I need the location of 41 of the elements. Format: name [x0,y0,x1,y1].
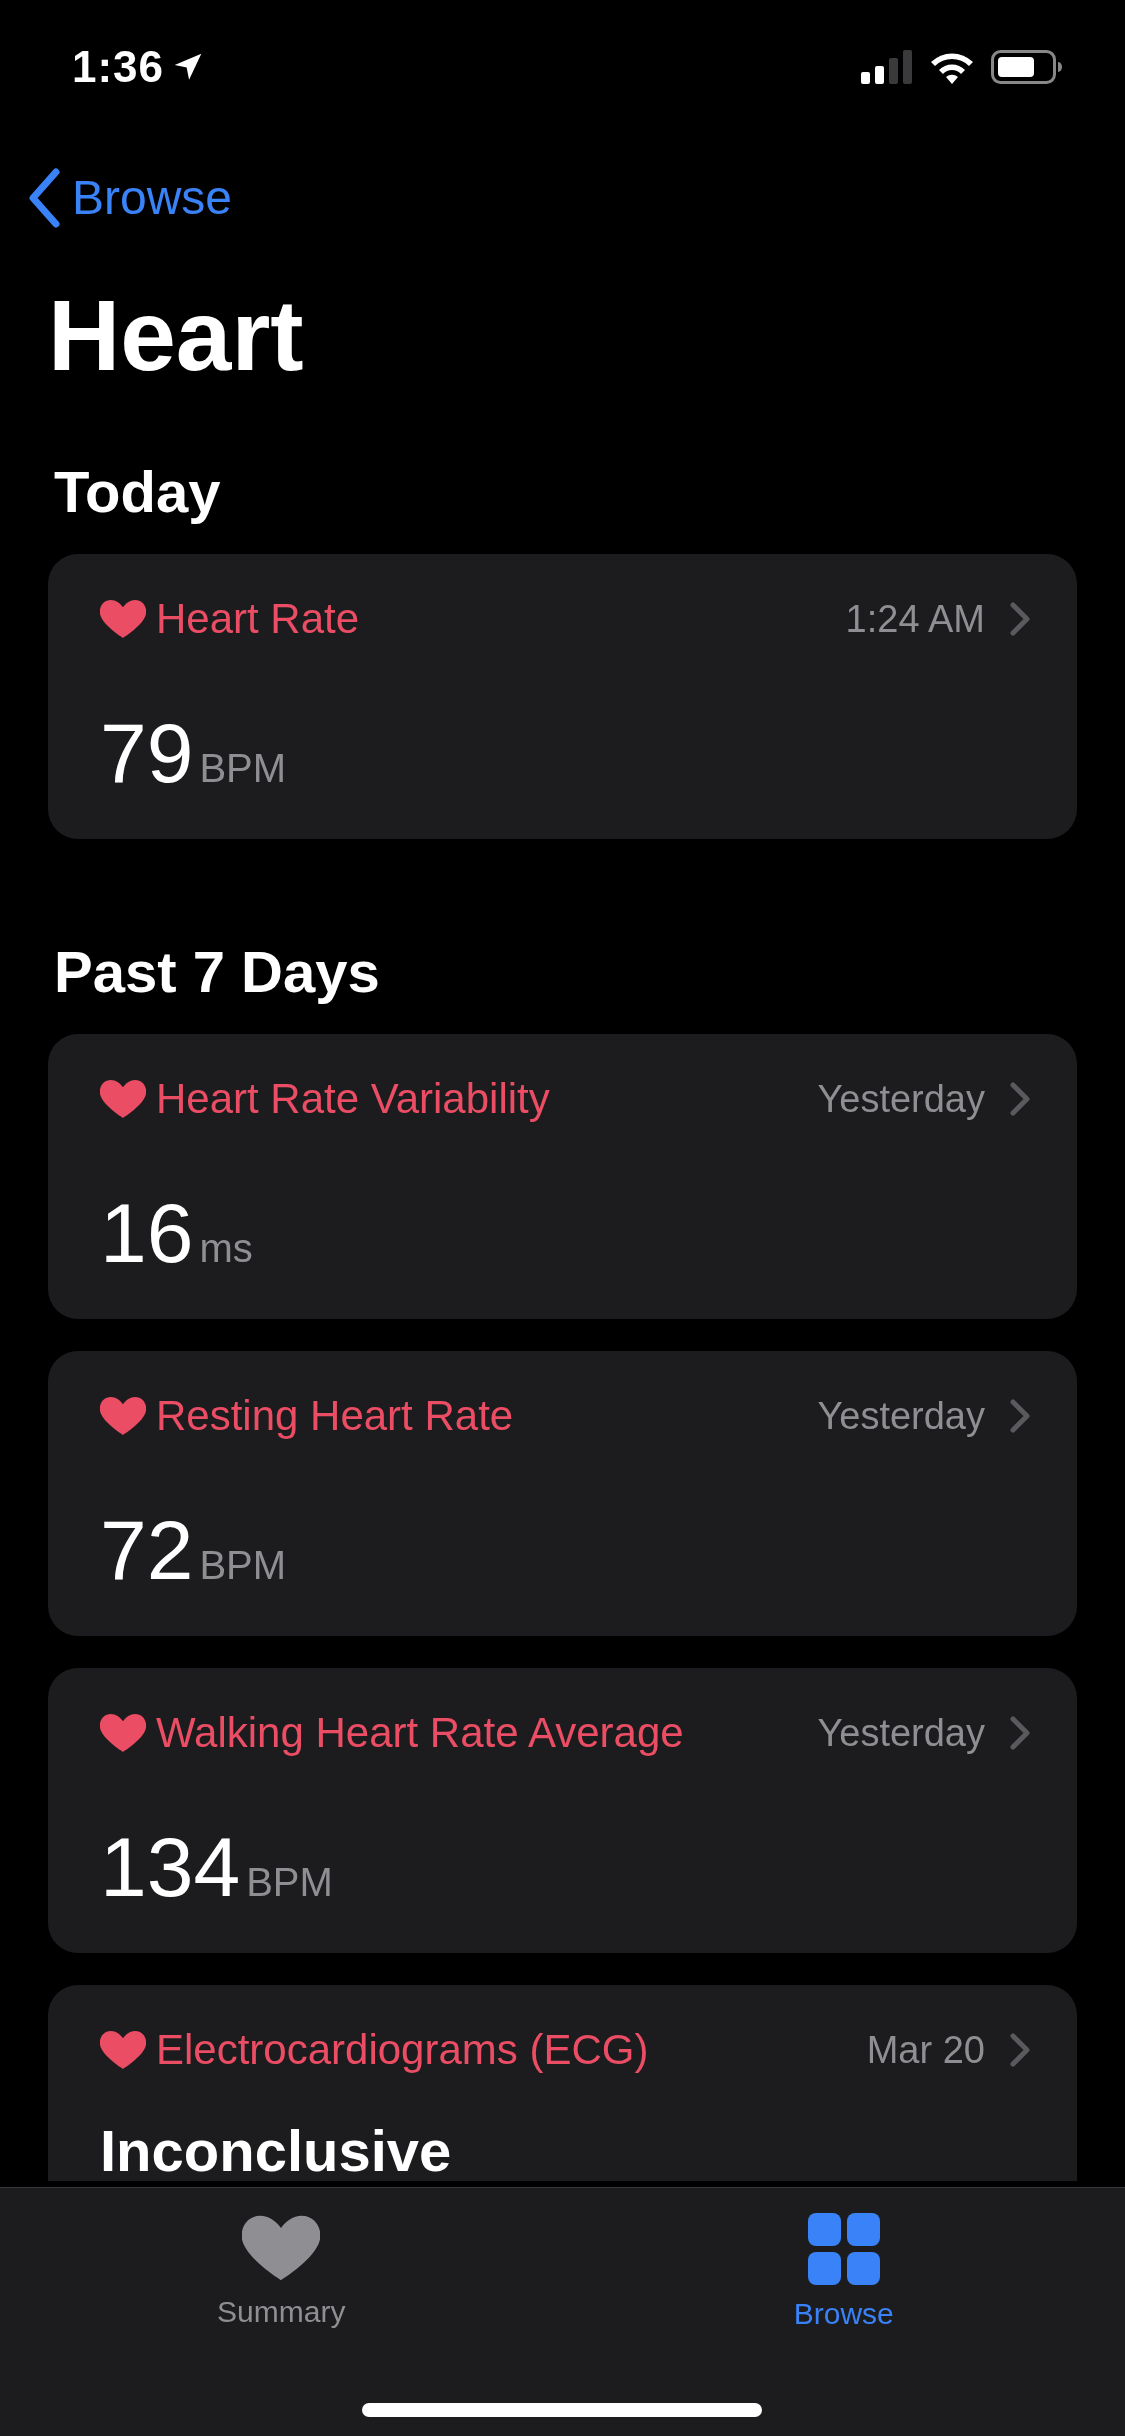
metric-date: Yesterday [817,1711,985,1755]
chevron-right-icon [1009,1398,1031,1434]
chevron-left-icon [26,166,62,229]
metric-result: Inconclusive [100,2120,452,2182]
metric-title: Heart Rate [156,595,360,643]
metric-unit: BPM [199,745,287,792]
chevron-right-icon [1009,1715,1031,1751]
metric-card[interactable]: Electrocardiograms (ECG) Mar 20 Inconclusive [48,1985,1077,2181]
metric-unit: ms [199,1225,253,1272]
metric-date: 1:24 AM [845,597,985,641]
tab-item[interactable]: Browse [562,2212,1125,2332]
chevron-right-icon [1009,2032,1031,2068]
section-title: Past 7 Days [54,938,381,1006]
metric-title: Heart Rate Variability [156,1075,550,1123]
metric-date: Yesterday [817,1394,985,1438]
metric-value: 79 [100,722,194,784]
status-time: 1:36 [72,41,165,92]
metric-title: Resting Heart Rate [156,1392,514,1440]
page-title: Heart [48,278,305,393]
battery-icon [991,49,1063,84]
metric-value: 72 [100,1519,194,1581]
section-title: Today [54,458,222,526]
metric-title: Walking Heart Rate Average [156,1709,684,1757]
metric-unit: BPM [246,1859,333,1906]
tab-item[interactable]: Summary [0,2212,563,2332]
back-button[interactable]: Browse [26,166,233,229]
metric-card[interactable]: Resting Heart Rate Yesterday 72 BPM [48,1351,1077,1636]
metric-card[interactable]: Walking Heart Rate Average Yesterday 134 BPM [48,1668,1077,1953]
metric-card[interactable]: Heart Rate Variability Yesterday 16 ms [48,1034,1077,1319]
metric-date: Yesterday [817,1077,985,1121]
grid-icon [807,2213,880,2285]
chevron-right-icon [1009,1081,1031,1117]
metric-unit: BPM [199,1542,287,1589]
chevron-right-icon [1009,601,1031,637]
metric-title: Electrocardiograms (ECG) [156,2026,649,2074]
metric-card[interactable]: Heart Rate 1:24 AM 79 BPM [48,554,1077,839]
metric-value: 16 [100,1202,194,1264]
metric-value: 134 [100,1836,241,1898]
signal-icon [861,49,913,84]
metric-date: Mar 20 [866,2028,985,2072]
heart-icon [242,2213,321,2283]
